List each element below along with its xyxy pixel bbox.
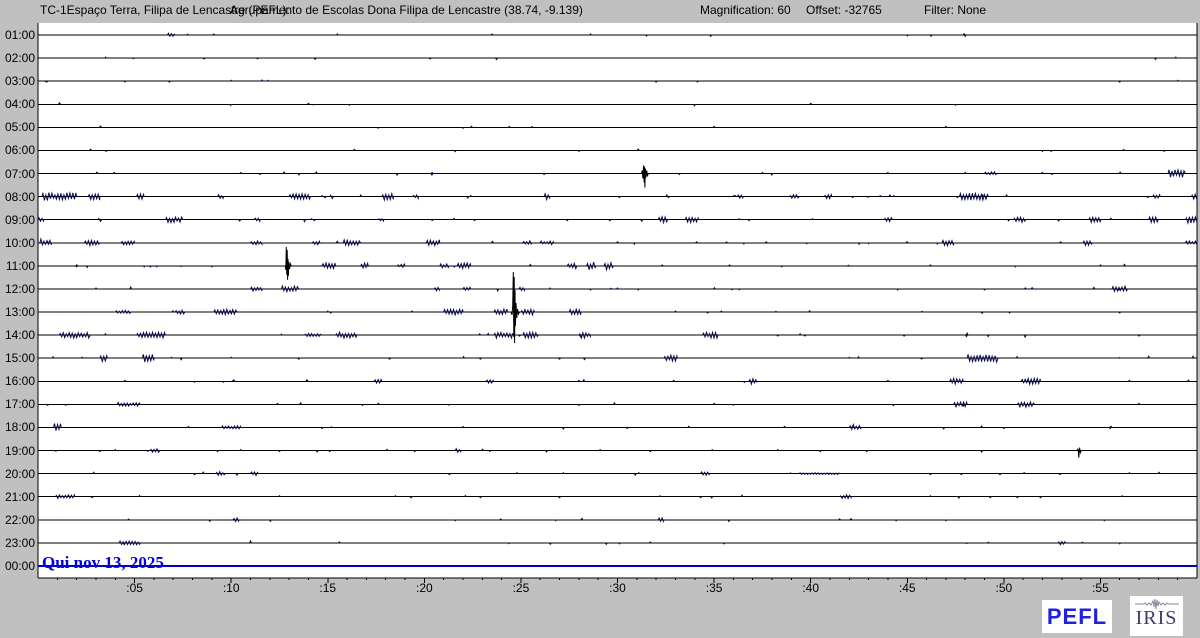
hour-label: 09:00 <box>4 212 35 227</box>
minute-label: :20 <box>415 581 433 595</box>
hour-label: 05:00 <box>4 120 35 135</box>
minute-label: :10 <box>222 581 240 595</box>
hour-label: 12:00 <box>4 281 35 296</box>
hour-label: 16:00 <box>4 374 35 389</box>
minute-label: :35 <box>705 581 723 595</box>
hour-label: 18:00 <box>4 420 35 435</box>
current-date-label: Qui nov 13, 2025 <box>42 553 164 572</box>
minute-label: :40 <box>802 581 819 595</box>
hour-label: 00:00 <box>4 559 35 573</box>
hour-label: 07:00 <box>4 166 35 181</box>
helicorder-app-window: TC-1Espaço Terra, Filipa de Lencastre (P… <box>0 0 1200 638</box>
hour-label: 04:00 <box>4 97 35 112</box>
hour-label: 02:00 <box>4 51 35 66</box>
minute-label: :30 <box>609 581 626 595</box>
minute-label: :50 <box>995 581 1013 595</box>
hour-label: 19:00 <box>4 443 35 458</box>
hour-label: 17:00 <box>4 397 35 412</box>
hour-label: 15:00 <box>4 351 35 366</box>
hour-label: 22:00 <box>4 512 35 527</box>
minute-label: :55 <box>1092 581 1109 595</box>
minute-label: :45 <box>898 581 916 595</box>
minute-label: :25 <box>512 581 530 595</box>
hour-label: 11:00 <box>5 258 35 273</box>
hour-label: 10:00 <box>4 235 35 250</box>
pefl-logo: PEFL <box>1042 600 1112 633</box>
minute-label: :05 <box>126 581 143 595</box>
trace-canvas <box>0 0 1200 638</box>
hour-label: 20:00 <box>4 466 35 481</box>
helicorder-traces <box>37 23 1198 583</box>
minute-label: :15 <box>319 581 337 595</box>
hour-label: 21:00 <box>4 489 35 504</box>
iris-logo: IRIS <box>1130 596 1183 636</box>
hour-label: 14:00 <box>4 328 35 343</box>
iris-logo-text: IRIS <box>1135 607 1178 629</box>
pefl-logo-text: PEFL <box>1046 603 1108 629</box>
hour-label: 23:00 <box>4 535 35 550</box>
hour-label: 06:00 <box>4 143 35 158</box>
hour-label: 01:00 <box>4 28 35 42</box>
hour-label: 13:00 <box>4 305 35 320</box>
helicorder-plot[interactable] <box>0 0 1200 638</box>
hour-label: 03:00 <box>4 74 35 89</box>
hour-label: 08:00 <box>4 189 35 204</box>
